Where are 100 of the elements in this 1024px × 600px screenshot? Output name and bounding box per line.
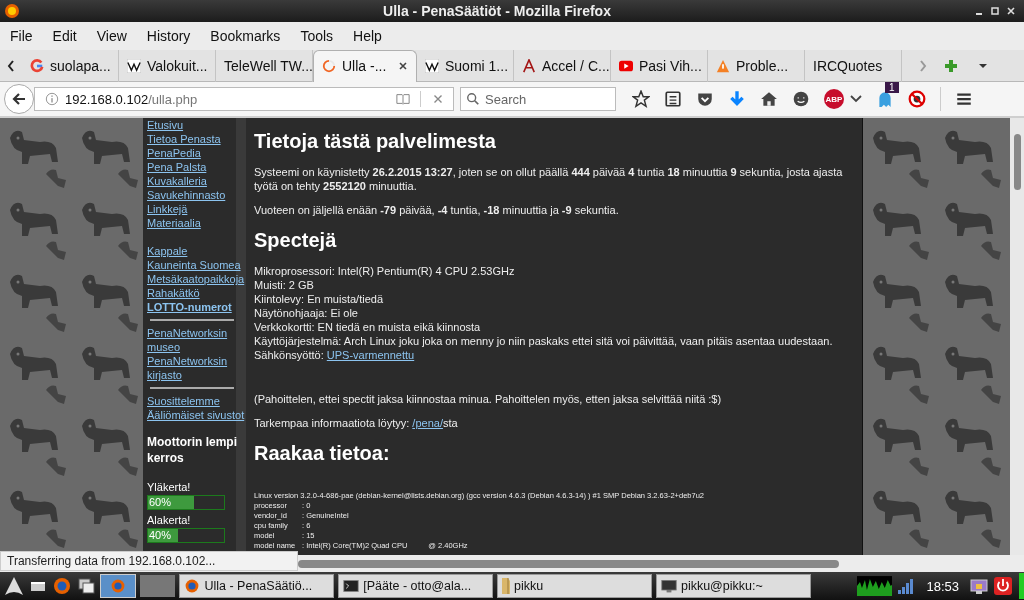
sidebar-link[interactable]: Suosittelemme [147,394,220,408]
sidebar-link[interactable]: Kappale [147,244,188,258]
status-text: Transferring data from 192.168.0.102... [0,551,298,571]
sidebar-link[interactable]: Savukehinnasto [147,188,226,202]
scroll-left-icon[interactable] [6,58,16,73]
meter-reading: 40% [149,529,172,542]
folder-icon [502,578,511,594]
download-icon[interactable] [728,90,746,108]
menu-icon[interactable] [955,90,973,108]
browser-tab[interactable]: Proble... [708,49,805,82]
spec-line: Kiintolevy: En muista/tiedä [254,292,383,306]
g-logo-icon [30,58,44,73]
maximize-icon[interactable] [990,6,1000,16]
back-arrow-icon [11,91,27,107]
sidebar-link[interactable]: Etusivu [147,118,184,132]
browser-tab[interactable]: Valokuit... [119,49,216,82]
taskbar-button[interactable]: [Pääte - otto@ala... [338,574,494,598]
bookmarks-list-icon[interactable] [664,90,682,108]
paragraph: Systeemi on käynistetty 26.2.2015 13:27, joten se on ollut päällä 444 päivää 4 tuntia 18 minuuttia 9 sekuntia, josta ajasta työtä on tehty 2552120 minuuttia. [254,165,844,193]
warning-icon [716,58,730,73]
menu-item[interactable]: File [0,28,43,44]
spec-line: Käyttöjärjestelmä: Arch Linux joku joka on menny jo niin paskaks ettei sitä voi päivittää, vaan pitäis asentaa uudestaan. [254,334,833,348]
windows-icon[interactable] [76,576,96,596]
close-icon[interactable] [1006,6,1016,16]
desktop-pager[interactable] [139,575,176,597]
search-field[interactable]: Search [460,87,616,111]
browser-tab[interactable]: Ulla -... [313,49,417,82]
address-field[interactable]: 192.168.0.102/ulla.php [34,87,454,111]
menu-item[interactable]: History [136,28,201,44]
back-button[interactable] [4,84,34,114]
meter-reading: 60% [149,496,172,509]
sidebar-link[interactable]: LOTTO-numerot [147,300,232,314]
pocket-icon[interactable] [696,90,714,108]
lock-screen-icon[interactable] [969,576,990,596]
sidebar-link[interactable]: PenaPedia [147,146,201,160]
play-logo-icon [619,58,633,73]
spec-line: Sähkönsyöttö: [254,349,324,361]
power-icon[interactable] [993,576,1014,596]
sidebar-link[interactable]: Kuvakalleria [147,174,207,188]
sidebar-link[interactable]: Tietoa Penasta [147,132,221,146]
menu-item[interactable]: View [86,28,137,44]
ghost-icon[interactable] [876,90,894,108]
menu-item[interactable]: Edit [42,28,87,44]
meter-label: Alakerta! [147,513,191,528]
menu-item[interactable]: Tools [290,28,344,44]
adblock-icon[interactable]: ABP [824,89,844,109]
taskbar-button[interactable]: pikku@pikku:~ [655,574,811,598]
spec-link[interactable]: UPS-varmennettu [326,349,415,361]
browser-tab[interactable]: Pasi Vih... [611,49,708,82]
widget-title: Moottorin lempi kerros [147,434,238,466]
link-suffix: sta [442,417,458,429]
sidebar-link[interactable]: Kauneinta Suomea [147,258,241,272]
vertical-scrollbar[interactable] [1010,118,1024,555]
loading-spinner-icon [322,59,336,73]
browser-tab[interactable]: suolapa... [22,49,119,82]
browser-icon [109,578,126,594]
start-menu-icon[interactable] [4,576,24,596]
menu-item[interactable]: Help [343,28,392,44]
section-heading: Spectejä [254,229,338,252]
taskbar-button[interactable]: Ulla - PenaSäätiö... [179,574,335,598]
wiki-logo-icon [127,58,141,73]
sidebar-link[interactable]: Ääliömäiset sivustot [147,408,245,422]
terminal-icon [343,578,360,594]
browser-tab[interactable]: Suomi 1... [417,49,514,82]
browser-launcher-icon[interactable] [52,576,72,596]
serif-a-logo-icon [522,58,536,73]
apology-text: (Pahoittelen, ettei spectit jaksa kiinnostaa minua. Pahoittelen myös, etten jaksa selvittää niitä :$) [254,392,723,406]
home-icon[interactable] [760,90,778,108]
sidebar-link[interactable]: Pena Palsta [147,160,207,174]
blocked-sign-icon[interactable] [908,90,926,108]
window-title: Ulla - PenaSäätiöt - Mozilla Firefox [382,3,612,19]
info-icon[interactable] [45,92,59,106]
page-heading: Tietoja tästä palvelimesta [254,130,497,153]
url-text: 192.168.0.102/ulla.php [65,91,199,107]
notification-badge: 1 [885,82,899,93]
wiki-logo-icon [425,58,439,73]
desktop-pager[interactable] [100,574,136,598]
taskbar-button[interactable]: pikku [497,574,652,598]
close-tab-icon[interactable] [398,61,408,71]
reader-view-icon[interactable] [396,92,410,106]
bookmark-star-icon[interactable] [632,90,650,108]
sidebar-link[interactable]: Rahakätkö [147,286,200,300]
browser-tab[interactable]: Accel / C... [514,49,611,82]
search-icon [466,92,480,106]
browser-tab[interactable]: IRCQuotes [805,49,902,82]
spec-line: Mikroprosessori: Intel(R) Pentium(R) 4 CPU 2.53GHz [254,264,515,278]
new-tab-icon[interactable] [944,58,958,73]
sidebar-link[interactable]: PenaNetworksin kirjasto [147,354,246,382]
chat-icon[interactable] [792,90,810,108]
menu-item[interactable]: Bookmarks [200,28,291,44]
spec-line: Muisti: 2 GB [254,278,314,292]
sidebar-link[interactable]: PenaNetworksin museo [147,326,246,354]
sidebar-link[interactable]: Materiaalia [147,216,201,230]
spec-line: Verkkokortti: EN tiedä en muista eikä kiinnosta [254,320,481,334]
sidebar-link[interactable]: Metsäkaatopaikkoja [147,272,245,286]
clock: 18:53 [926,578,960,594]
monitor-icon [660,578,677,594]
sidebar-link[interactable]: Linkkejä [147,202,188,216]
info-link[interactable]: /pena/ [412,417,443,429]
activity-indicator [1019,573,1024,599]
